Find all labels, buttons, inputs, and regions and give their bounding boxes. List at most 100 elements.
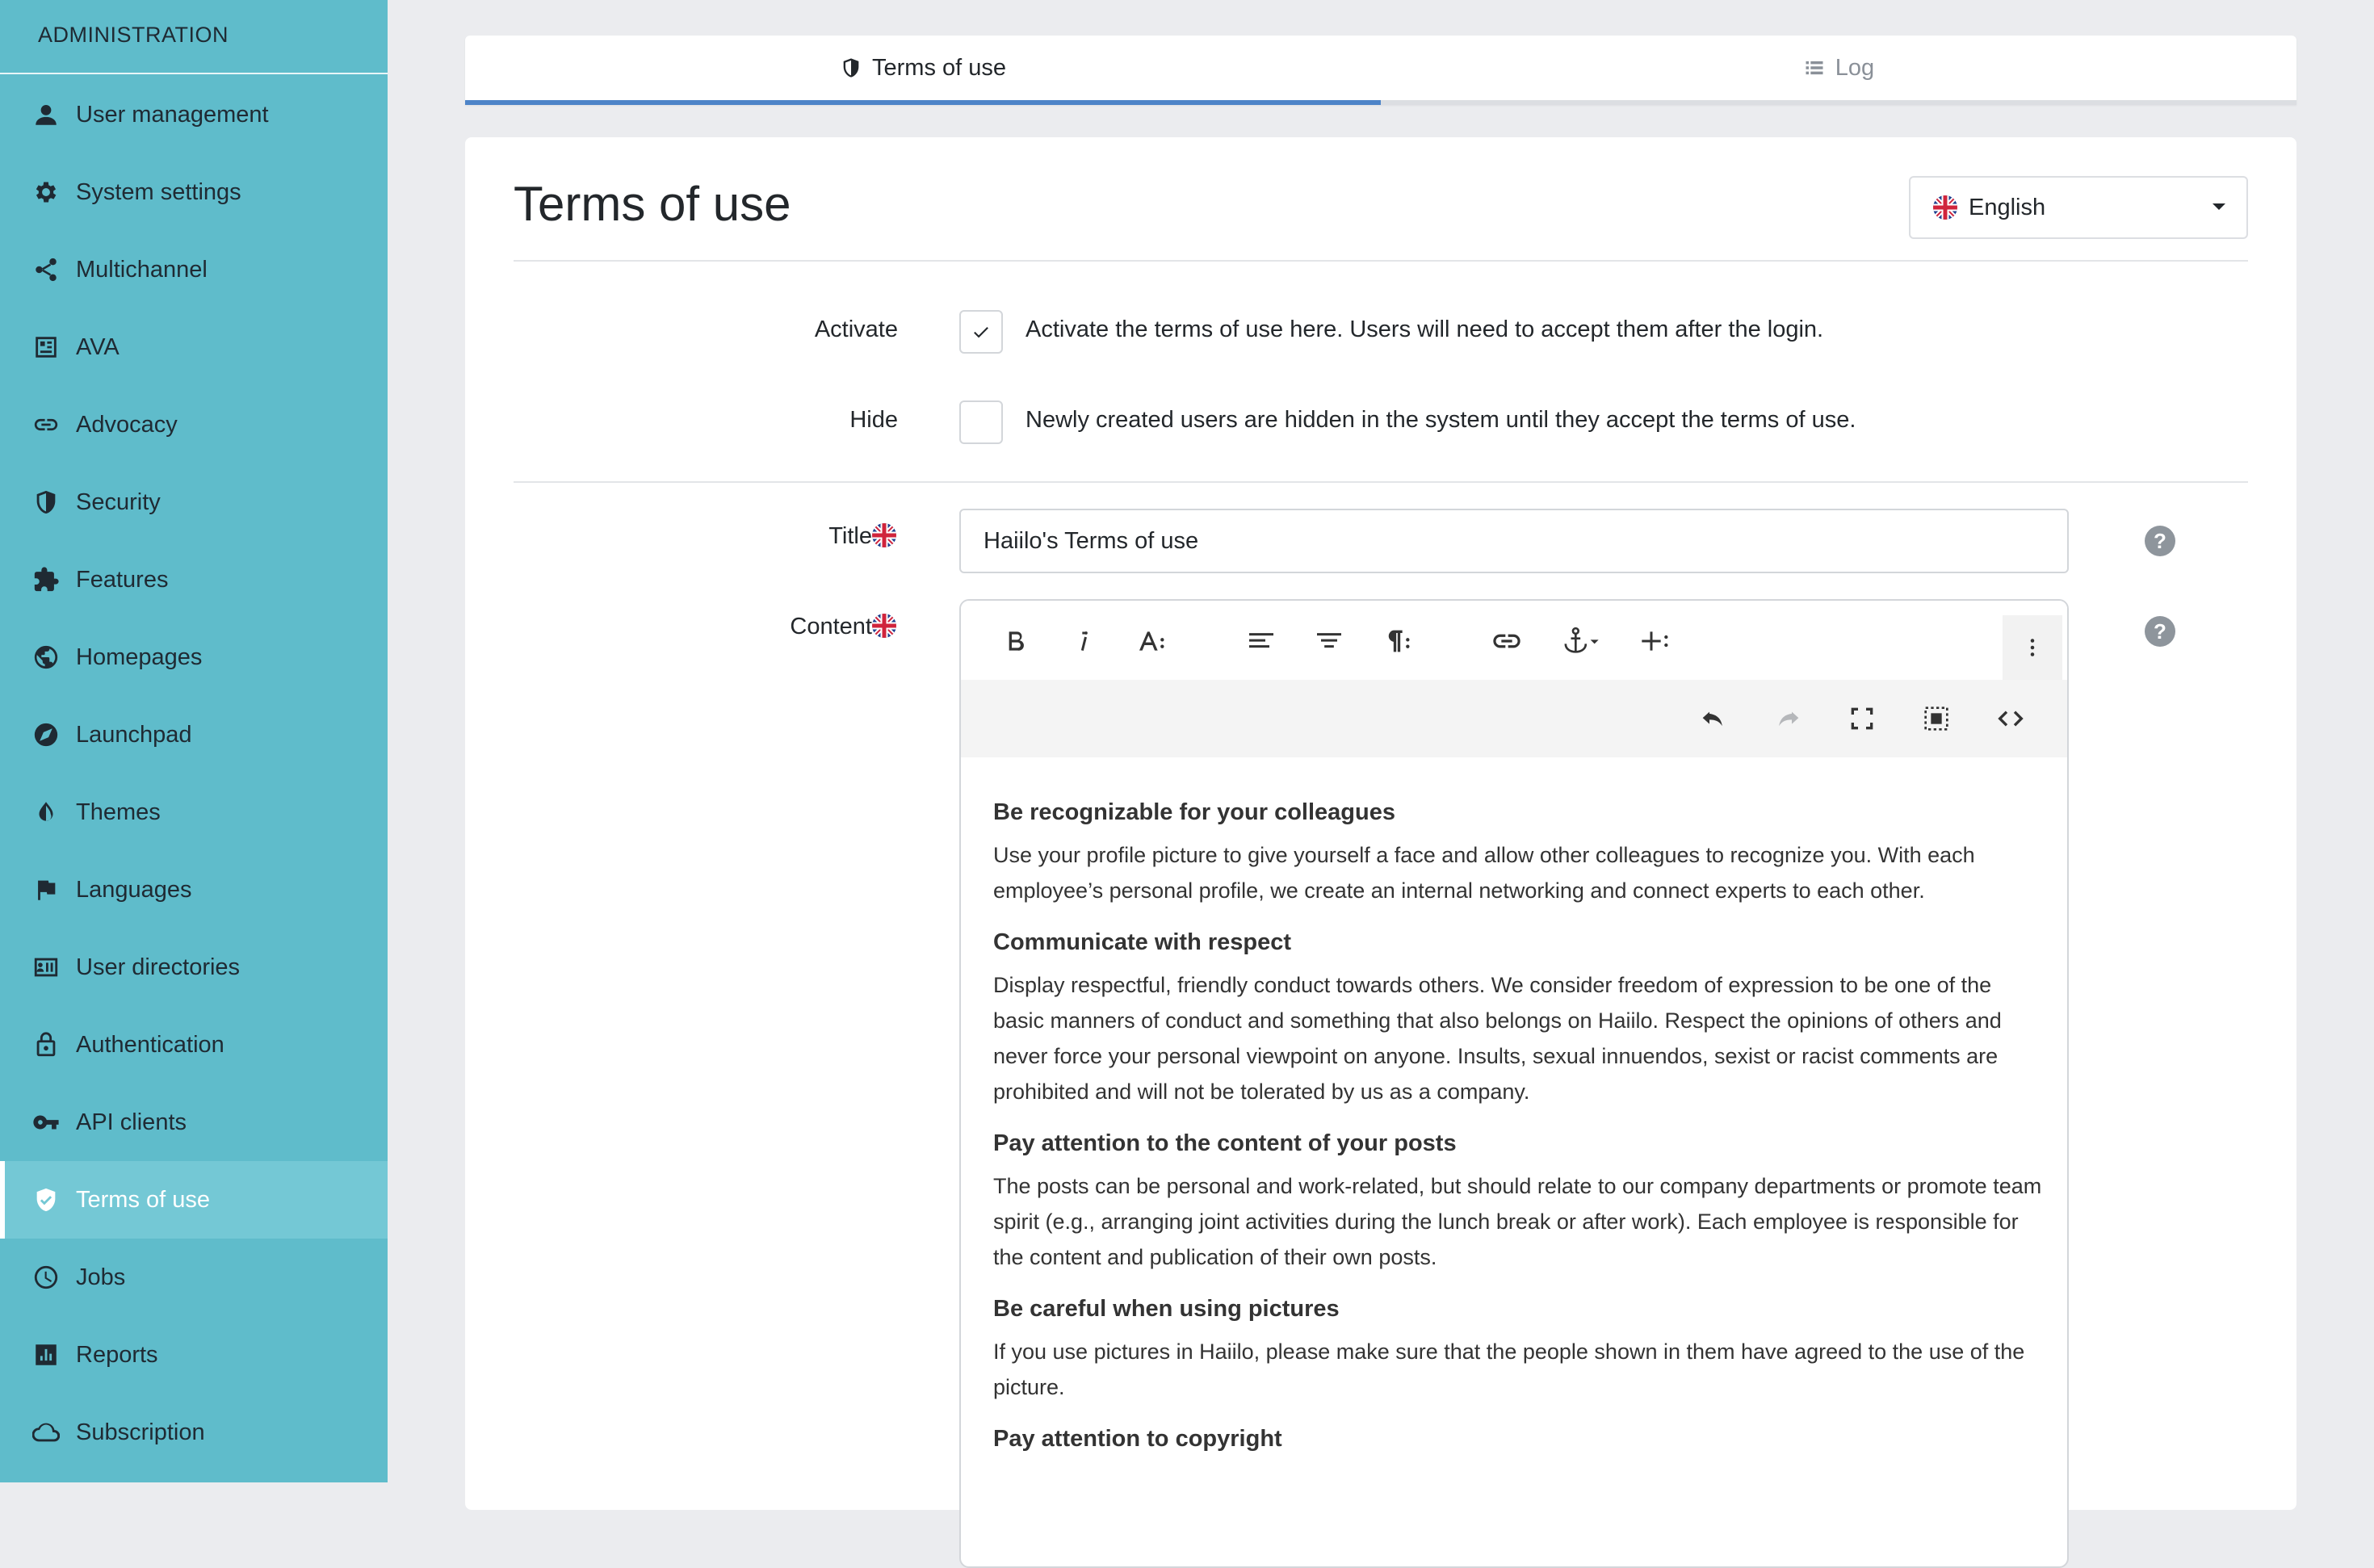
tab-bar: Terms of use Log — [465, 36, 2296, 105]
check-icon — [974, 327, 988, 338]
anchor-icon — [1564, 627, 1599, 653]
more-options-button[interactable] — [2003, 615, 2062, 680]
plus-icon — [1642, 631, 1668, 651]
contrast-icon — [31, 797, 61, 828]
select-all-button[interactable] — [1911, 693, 1962, 744]
help-icon[interactable]: ? — [2145, 616, 2175, 647]
sidebar-item-terms-of-use[interactable]: Terms of use — [0, 1161, 388, 1239]
sidebar-item-label: API clients — [76, 1109, 187, 1135]
uk-flag-icon — [872, 523, 896, 547]
content-heading: Pay attention to the content of your pos… — [993, 1130, 1457, 1156]
sidebar-item-ava[interactable]: AVA — [0, 308, 388, 386]
link-icon — [31, 409, 61, 440]
shield-check-icon — [31, 1184, 61, 1215]
sidebar-item-label: Languages — [76, 876, 192, 903]
align-left-button[interactable] — [1235, 615, 1287, 667]
sidebar-item-reports[interactable]: Reports — [0, 1316, 388, 1394]
sidebar-item-system-settings[interactable]: System settings — [0, 153, 388, 231]
gear-icon — [31, 177, 61, 208]
help-icon[interactable]: ? — [2145, 526, 2175, 556]
sidebar-item-themes[interactable]: Themes — [0, 774, 388, 851]
content-paragraph: Display respectful, friendly conduct tow… — [993, 973, 2002, 1104]
terms-card: Terms of use English Activate Activate t… — [465, 137, 2296, 1568]
compass-icon — [31, 719, 61, 750]
shield-icon — [843, 58, 859, 78]
sidebar-item-authentication[interactable]: Authentication — [0, 1006, 388, 1084]
insert-more-button[interactable] — [1630, 615, 1681, 667]
tab-log[interactable]: Log — [1381, 36, 2296, 100]
sidebar-item-jobs[interactable]: Jobs — [0, 1239, 388, 1316]
content-heading: Be careful when using pictures — [993, 1296, 1340, 1322]
content-paragraph: If you use pictures in Haiilo, please ma… — [993, 1340, 2025, 1399]
content-label: Content — [790, 614, 872, 639]
sidebar-item-advocacy[interactable]: Advocacy — [0, 386, 388, 463]
share-icon — [31, 254, 61, 285]
activate-checkbox[interactable] — [959, 310, 1003, 354]
sidebar-item-label: System settings — [76, 178, 241, 205]
paragraph-format-button[interactable] — [1371, 615, 1423, 667]
tab-terms-of-use[interactable]: Terms of use — [465, 36, 1381, 105]
font-size-button[interactable] — [1126, 615, 1177, 667]
sidebar-item-api-clients[interactable]: API clients — [0, 1084, 388, 1161]
sidebar-item-label: Themes — [76, 799, 161, 825]
content-heading: Pay attention to copyright — [993, 1426, 1282, 1452]
globe-icon — [31, 642, 61, 673]
select-all-icon — [1924, 706, 1948, 731]
sidebar-item-homepages[interactable]: Homepages — [0, 618, 388, 696]
hide-label: Hide — [849, 407, 898, 433]
sidebar-item-label: Features — [76, 566, 169, 593]
sidebar-item-user-directories[interactable]: User directories — [0, 929, 388, 1006]
sidebar-item-label: Jobs — [76, 1264, 126, 1290]
sidebar-item-features[interactable]: Features — [0, 541, 388, 618]
code-icon — [1998, 711, 2024, 727]
cloud-icon — [31, 1417, 61, 1448]
sidebar-item-label: User management — [76, 101, 269, 128]
lock-icon — [31, 1029, 61, 1060]
sidebar-item-languages[interactable]: Languages — [0, 851, 388, 929]
uk-flag-icon — [1933, 195, 1957, 220]
align-center-icon — [1317, 633, 1341, 648]
content-heading: Communicate with respect — [993, 929, 1292, 955]
bold-button[interactable] — [990, 615, 1042, 667]
language-select-value: English — [1969, 194, 2046, 220]
anchor-button[interactable] — [1549, 615, 1613, 667]
insert-link-button[interactable] — [1481, 615, 1533, 667]
redo-button[interactable] — [1762, 693, 1814, 744]
title-input[interactable] — [959, 509, 2069, 573]
tab-label: Log — [1835, 54, 1875, 81]
sidebar-item-launchpad[interactable]: Launchpad — [0, 696, 388, 774]
sidebar-item-label: Advocacy — [76, 411, 178, 438]
paragraph-icon — [1388, 630, 1410, 652]
sidebar-item-label: Security — [76, 488, 161, 515]
key-icon — [31, 1107, 61, 1138]
list-icon — [1806, 61, 1823, 75]
bold-icon — [1009, 631, 1024, 651]
sidebar-item-label: Terms of use — [76, 1186, 210, 1213]
id-card-icon — [31, 952, 61, 983]
italic-button[interactable] — [1058, 615, 1109, 667]
more-vertical-icon — [2030, 639, 2035, 656]
language-select[interactable]: English — [1909, 176, 2248, 239]
sidebar-item-security[interactable]: Security — [0, 463, 388, 541]
user-icon — [31, 99, 61, 130]
align-center-button[interactable] — [1303, 615, 1355, 667]
page-title: Terms of use — [514, 177, 791, 231]
editor-toolbar-secondary — [961, 680, 2067, 757]
ava-icon — [31, 332, 61, 363]
hide-description: Newly created users are hidden in the sy… — [1026, 407, 1856, 433]
editor-content[interactable]: Be recognizable for your colleagues Use … — [993, 799, 2043, 1464]
code-view-button[interactable] — [1985, 693, 2036, 744]
hide-checkbox[interactable] — [959, 400, 1003, 444]
font-size-icon — [1139, 631, 1164, 651]
undo-button[interactable] — [1688, 693, 1739, 744]
sidebar-item-user-management[interactable]: User management — [0, 76, 388, 153]
fullscreen-button[interactable] — [1836, 693, 1888, 744]
align-left-icon — [1249, 633, 1273, 648]
rich-text-editor: Be recognizable for your colleagues Use … — [959, 599, 2069, 1568]
settings-divider — [514, 481, 2248, 483]
flag-icon — [31, 874, 61, 905]
sidebar-item-multichannel[interactable]: Multichannel — [0, 231, 388, 308]
sidebar-item-subscription[interactable]: Subscription — [0, 1394, 388, 1471]
shield-icon — [31, 487, 61, 518]
italic-icon — [1080, 631, 1088, 652]
